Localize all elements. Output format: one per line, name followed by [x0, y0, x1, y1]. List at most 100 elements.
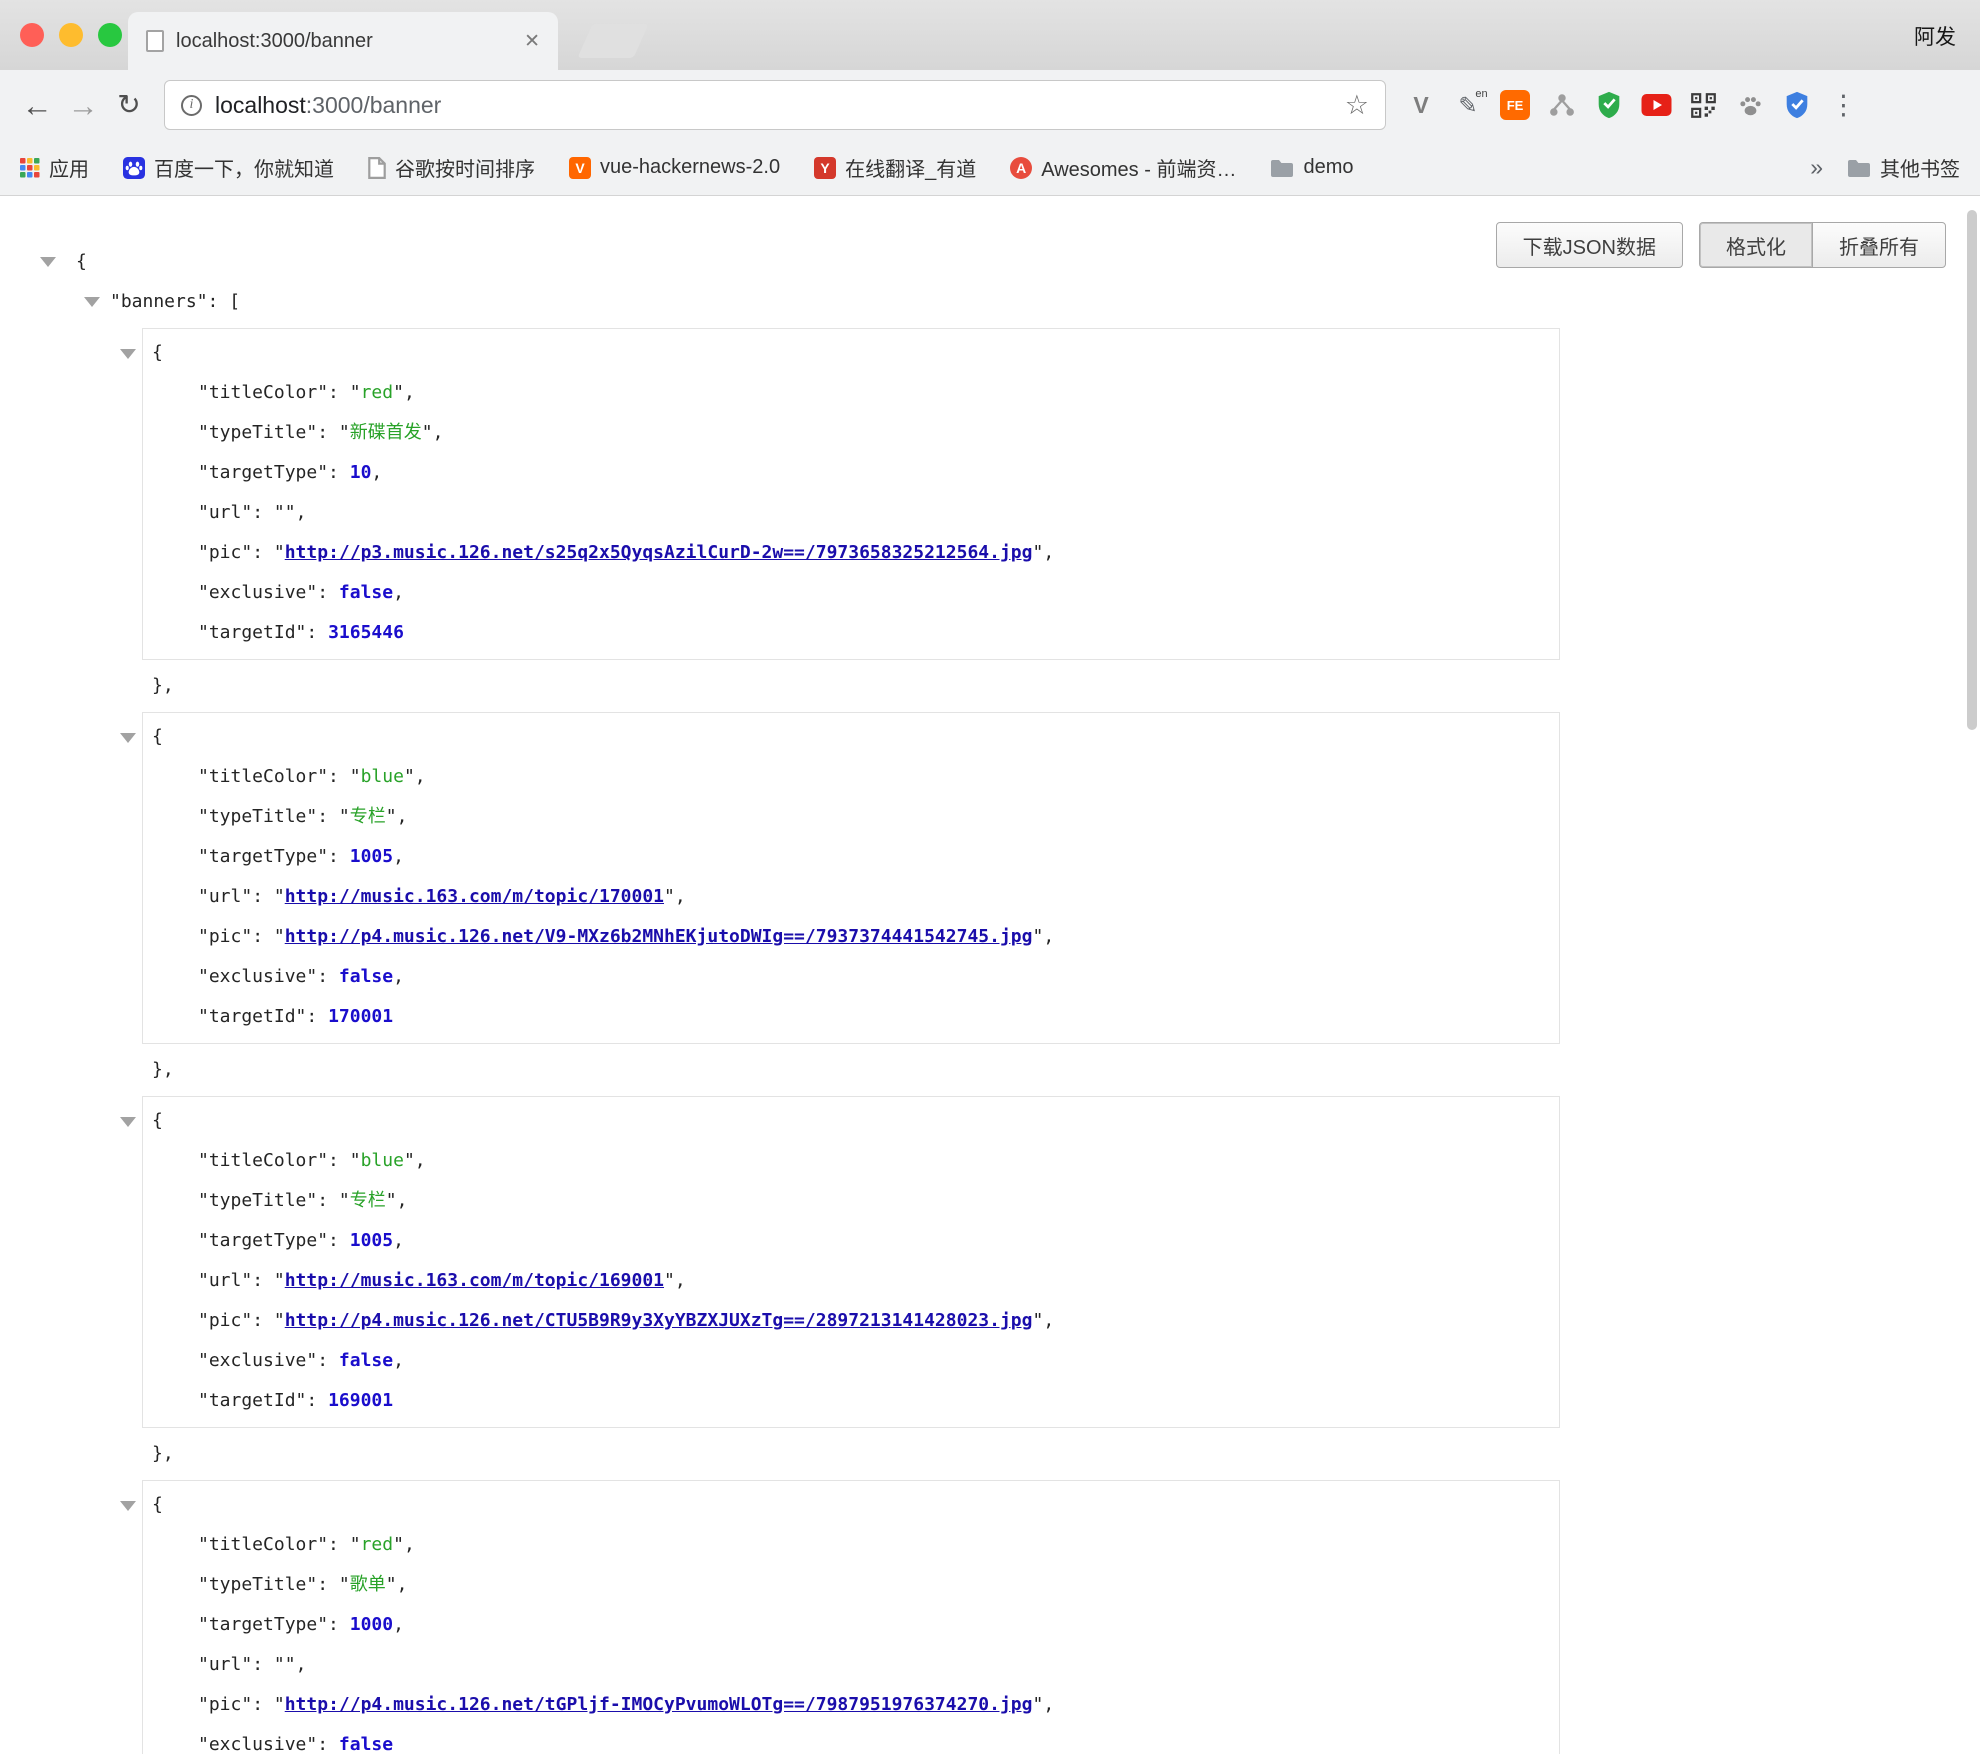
blue-shield-icon[interactable]: [1780, 88, 1814, 122]
other-bookmarks-folder[interactable]: 其他书签: [1847, 153, 1960, 182]
json-line: "titleColor": "red",: [143, 373, 1559, 413]
json-line: "typeTitle": "新碟首发",: [143, 413, 1559, 453]
json-line: "targetType": 1000,: [143, 1605, 1559, 1645]
browser-tab[interactable]: localhost:3000/banner ✕: [128, 12, 558, 70]
json-line: "exclusive": false: [143, 1725, 1559, 1754]
json-line: "url": "http://music.163.com/m/topic/170…: [143, 877, 1559, 917]
json-line: "url": "",: [143, 493, 1559, 533]
browser-menu-icon[interactable]: ⋮: [1820, 90, 1867, 121]
json-link[interactable]: http://p3.music.126.net/s25q2x5QyqsAzilC…: [285, 542, 1033, 563]
json-line: {: [143, 1101, 1559, 1141]
json-line: {: [143, 333, 1559, 373]
bookmark-star-icon[interactable]: ☆: [1345, 90, 1369, 121]
bookmark-label: Awesomes - 前端资…: [1041, 153, 1236, 182]
youtube-icon[interactable]: [1639, 88, 1673, 122]
json-link[interactable]: http://music.163.com/m/topic/170001: [285, 886, 664, 907]
json-line: "pic": "http://p4.music.126.net/CTU5B9R9…: [143, 1301, 1559, 1341]
json-line: "targetType": 1005,: [143, 837, 1559, 877]
json-line: },: [0, 666, 1980, 706]
fe-badge-icon[interactable]: FE: [1498, 88, 1532, 122]
json-line: "targetType": 1005,: [143, 1221, 1559, 1261]
scrollbar-thumb[interactable]: [1967, 210, 1977, 730]
bookmark-item[interactable]: 谷歌按时间排序: [368, 153, 535, 182]
json-link[interactable]: http://music.163.com/m/topic/169001: [285, 1270, 664, 1291]
url-text: localhost:3000/banner: [215, 92, 441, 119]
bookmarks-overflow-chevron-icon[interactable]: »: [1810, 154, 1823, 181]
json-line: {: [0, 242, 1980, 282]
bookmarks-bar: 应用 百度一下，你就知道 谷歌按时间排序 Vvue-hackernews-2.0 Y 在线…: [0, 140, 1980, 196]
json-object-block: {"titleColor": "blue","typeTitle": "专栏",…: [142, 712, 1560, 1044]
json-line: "pic": "http://p4.music.126.net/tGPljf-I…: [143, 1685, 1559, 1725]
json-link[interactable]: http://p4.music.126.net/tGPljf-IMOCyPvum…: [285, 1694, 1033, 1715]
json-line: "exclusive": false,: [143, 1341, 1559, 1381]
bookmark-item[interactable]: A Awesomes - 前端资…: [1010, 153, 1236, 182]
close-window-button[interactable]: [20, 23, 44, 47]
bookmark-item[interactable]: Y 在线翻译_有道: [814, 153, 976, 182]
v-letter-icon: V: [569, 157, 591, 179]
collapse-toggle-icon[interactable]: [120, 1117, 136, 1127]
baidu-paw-icon: [123, 157, 145, 179]
bookmark-label: vue-hackernews-2.0: [600, 156, 780, 179]
json-line: "targetId": 3165446: [143, 613, 1559, 653]
qr-code-icon[interactable]: [1686, 88, 1720, 122]
new-tab-button[interactable]: [577, 24, 648, 58]
page-icon: [368, 157, 386, 179]
collapse-toggle-icon[interactable]: [40, 257, 56, 267]
other-bookmarks-label: 其他书签: [1880, 153, 1960, 182]
org-people-icon[interactable]: [1545, 88, 1579, 122]
json-line: "targetId": 170001: [143, 997, 1559, 1037]
v-extension-icon[interactable]: V: [1404, 88, 1438, 122]
browser-window: localhost:3000/banner ✕ 阿发 ← → ↻ i local…: [0, 0, 1980, 1754]
minimize-window-button[interactable]: [59, 23, 83, 47]
json-line: },: [0, 1434, 1980, 1474]
reload-button[interactable]: ↻: [106, 91, 152, 119]
json-line: "typeTitle": "专栏",: [143, 1181, 1559, 1221]
profile-user-label: 阿发: [1914, 21, 1956, 51]
bookmark-item[interactable]: Vvue-hackernews-2.0: [569, 156, 780, 179]
green-shield-icon[interactable]: [1592, 88, 1626, 122]
json-line: "typeTitle": "歌单",: [143, 1565, 1559, 1605]
bookmark-item[interactable]: demo: [1270, 156, 1353, 179]
json-line: "targetType": 10,: [143, 453, 1559, 493]
translate-pencil-icon[interactable]: ✎en: [1451, 88, 1485, 122]
paw-icon[interactable]: [1733, 88, 1767, 122]
back-button[interactable]: ←: [14, 90, 60, 121]
apps-grid-icon: [20, 158, 40, 178]
extension-icons: V ✎en FE: [1404, 88, 1814, 122]
json-tree: {"banners": [{"titleColor": "red","typeT…: [0, 242, 1980, 1754]
collapse-toggle-icon[interactable]: [120, 733, 136, 743]
json-line: "targetId": 169001: [143, 1381, 1559, 1421]
json-line: "url": "http://music.163.com/m/topic/169…: [143, 1261, 1559, 1301]
page-info-icon[interactable]: i: [181, 95, 202, 116]
bookmark-label: 应用: [49, 153, 89, 182]
json-link[interactable]: http://p4.music.126.net/CTU5B9R9y3XyYBZX…: [285, 1310, 1033, 1331]
collapse-toggle-icon[interactable]: [120, 349, 136, 359]
youdao-y-icon: Y: [814, 157, 836, 179]
tab-title: localhost:3000/banner: [176, 30, 512, 53]
bookmark-item[interactable]: 百度一下，你就知道: [123, 153, 334, 182]
json-line: "exclusive": false,: [143, 573, 1559, 613]
forward-button[interactable]: →: [60, 90, 106, 121]
collapse-toggle-icon[interactable]: [120, 1501, 136, 1511]
bookmarks-right: » 其他书签: [1810, 153, 1960, 182]
folder-icon: [1847, 158, 1871, 178]
bookmark-label: 百度一下，你就知道: [154, 153, 334, 182]
json-line: "typeTitle": "专栏",: [143, 797, 1559, 837]
bookmarks-list: 应用 百度一下，你就知道 谷歌按时间排序 Vvue-hackernews-2.0 Y 在线…: [20, 153, 1353, 182]
tab-close-icon[interactable]: ✕: [524, 30, 540, 53]
json-link[interactable]: http://p4.music.126.net/V9-MXz6b2MNhEKju…: [285, 926, 1033, 947]
bookmark-label: 在线翻译_有道: [845, 153, 976, 182]
bookmark-label: demo: [1303, 156, 1353, 179]
json-line: "banners": [: [0, 282, 1980, 322]
json-object-block: {"titleColor": "blue","typeTitle": "专栏",…: [142, 1096, 1560, 1428]
page-content: 下载JSON数据 格式化 折叠所有 {"banners": [{"titleCo…: [0, 196, 1980, 1754]
bookmark-item[interactable]: 应用: [20, 153, 89, 182]
json-line: "exclusive": false,: [143, 957, 1559, 997]
a-circle-icon: A: [1010, 157, 1032, 179]
collapse-toggle-icon[interactable]: [84, 297, 100, 307]
json-line: "pic": "http://p4.music.126.net/V9-MXz6b…: [143, 917, 1559, 957]
zoom-window-button[interactable]: [98, 23, 122, 47]
json-object-block: {"titleColor": "red","typeTitle": "新碟首发"…: [142, 328, 1560, 660]
address-bar[interactable]: i localhost:3000/banner ☆: [164, 80, 1386, 130]
tab-favicon-page-icon: [146, 30, 164, 52]
